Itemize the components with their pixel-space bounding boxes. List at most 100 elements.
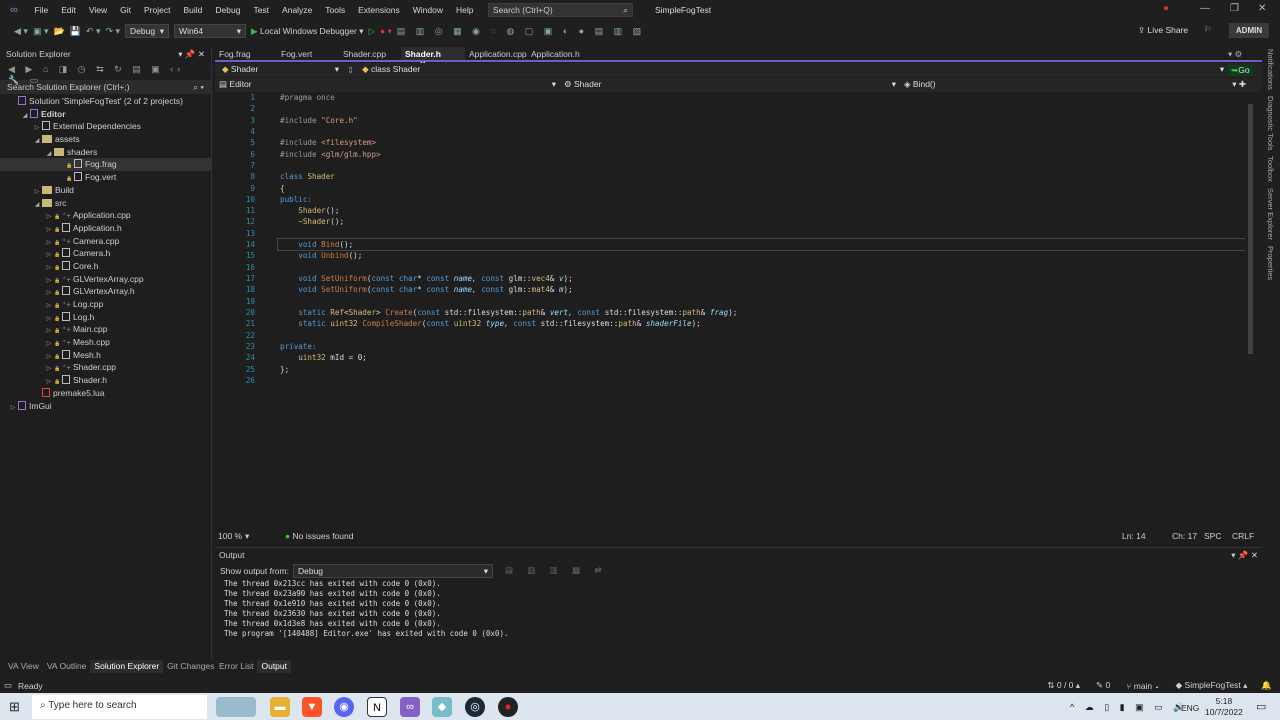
solution-explorer-toolbar[interactable]: ◀ ▶ ⌂ ◨ ◷ ⇆ ↻ ▤ ▣ ‹› 🔧 ▭ bbox=[0, 62, 211, 85]
file-explorer-icon[interactable]: ▬ bbox=[270, 697, 290, 717]
solution-search-input[interactable]: Search Solution Explorer (Ctrl+;) ⌕ ▾ bbox=[0, 80, 211, 94]
tree-item[interactable]: 🔒 Fog.frag bbox=[0, 158, 211, 172]
line-ending[interactable]: CRLF bbox=[1232, 531, 1262, 541]
tab-application-cpp[interactable]: Application.cpp bbox=[465, 47, 527, 60]
menu-build[interactable]: Build bbox=[177, 5, 209, 15]
save-icon[interactable]: 💾 bbox=[70, 26, 81, 37]
tab-git-changes[interactable]: Git Changes bbox=[163, 660, 218, 673]
code-editor[interactable]: 1 #pragma once 2 3 #include "Core.h" 4 5 #inclu… bbox=[215, 92, 1246, 530]
action-center-icon[interactable]: ▭ bbox=[1256, 700, 1266, 713]
tree-item[interactable]: ▷ 🔒 Mesh.h bbox=[0, 349, 211, 362]
start-without-debugging-icon[interactable]: ▷ bbox=[368, 26, 375, 37]
feedback-person-icon[interactable]: ⚐ bbox=[1204, 24, 1212, 35]
project-select[interactable]: ▤ Editor ▾ bbox=[215, 78, 560, 92]
tree-item[interactable]: ▷ 🔒 ⁺+ Mesh.cpp bbox=[0, 336, 211, 349]
scope-select[interactable]: ◆ Shader ▾ bbox=[218, 63, 343, 77]
brave-browser-icon[interactable]: ▼ bbox=[302, 697, 322, 717]
type-select[interactable]: ⚙ Shader ▾ bbox=[560, 78, 900, 92]
visual-studio-icon[interactable]: ∞ bbox=[400, 697, 420, 717]
minimize-button[interactable]: — bbox=[1200, 3, 1210, 14]
tab-settings-icon[interactable]: ▾ ⚙ bbox=[1228, 49, 1242, 60]
side-tab-properties[interactable]: Properties bbox=[1266, 246, 1275, 280]
spacing-mode[interactable]: SPC bbox=[1204, 531, 1232, 541]
feedback-icon[interactable]: ● bbox=[1163, 3, 1169, 14]
zoom-level[interactable]: 100 % bbox=[215, 531, 245, 541]
menu-view[interactable]: View bbox=[82, 5, 113, 15]
search-highlight-image[interactable] bbox=[216, 697, 256, 717]
redo-icon[interactable]: ↷ ▾ bbox=[105, 26, 120, 37]
open-icon[interactable]: 📂 bbox=[53, 26, 64, 37]
collapsed-arrow-icon[interactable]: ▷ bbox=[8, 402, 18, 415]
menu-tools[interactable]: Tools bbox=[319, 5, 352, 15]
tab-error-list[interactable]: Error List bbox=[215, 660, 257, 673]
hot-reload-icon[interactable]: ● ▾ bbox=[380, 26, 392, 37]
search-input[interactable]: Search (Ctrl+Q) ⌕ bbox=[487, 3, 633, 17]
tab-solution-explorer[interactable]: Solution Explorer bbox=[90, 660, 164, 673]
menu-help[interactable]: Help bbox=[449, 5, 479, 15]
tree-item[interactable]: ▷ 🔒 ⁺+ Application.cpp bbox=[0, 209, 211, 222]
output-source-select[interactable]: Debug ▾ bbox=[292, 563, 493, 578]
notion-icon[interactable]: N bbox=[367, 697, 387, 717]
tree-item[interactable]: ▷ 🔒 Shader.h bbox=[0, 374, 211, 387]
discord-icon[interactable]: ◉ bbox=[334, 697, 354, 717]
repo-indicator[interactable]: ◆ SimpleFogTest ▴ bbox=[1176, 680, 1248, 691]
menu-extensions[interactable]: Extensions bbox=[352, 5, 407, 15]
issues-indicator[interactable]: ● No issues found bbox=[285, 531, 353, 541]
tab-output[interactable]: Output bbox=[257, 660, 292, 673]
windows-start-icon[interactable]: ⊞ bbox=[9, 699, 20, 715]
menu-analyze[interactable]: Analyze bbox=[276, 5, 319, 15]
tree-item[interactable]: premake5.lua bbox=[0, 387, 211, 400]
tree-item[interactable]: ◢ assets bbox=[0, 133, 211, 146]
tab-application-h[interactable]: Application.h bbox=[527, 47, 589, 60]
tree-item[interactable]: ▷ ImGui bbox=[0, 400, 211, 413]
tree-item[interactable]: ▷ 🔒 ⁺+ Shader.cpp bbox=[0, 361, 211, 374]
clock[interactable]: 5:18 10/7/2022 bbox=[1205, 696, 1243, 718]
tree-item[interactable]: ▷ 🔒 Camera.h bbox=[0, 247, 211, 260]
go-button[interactable]: ➥Go bbox=[1228, 64, 1253, 76]
tree-item[interactable]: ▷ 🔒 ⁺+ Camera.cpp bbox=[0, 235, 211, 248]
system-tray-icons[interactable]: ^ ☁ ▯ ▮ ▣ ▭ 🔊 bbox=[1070, 702, 1188, 713]
side-tab-diagnostic-tools[interactable]: Diagnostic Tools bbox=[1266, 96, 1275, 150]
new-project-icon[interactable]: ▣ ▾ bbox=[33, 26, 49, 37]
edits-indicator[interactable]: ✎ 0 bbox=[1096, 680, 1110, 691]
maximize-button[interactable]: ❐ bbox=[1230, 3, 1239, 14]
tab-fog-frag[interactable]: Fog.frag bbox=[215, 47, 277, 60]
tree-item[interactable]: ◢ shaders bbox=[0, 146, 211, 159]
tree-item[interactable]: Solution 'SimpleFogTest' (2 of 2 project… bbox=[0, 95, 211, 108]
tree-item[interactable]: ▷ 🔒 ⁺+ GLVertexArray.cpp bbox=[0, 273, 211, 286]
tab-fog-vert[interactable]: Fog.vert bbox=[277, 47, 339, 60]
menu-debug[interactable]: Debug bbox=[209, 5, 247, 15]
editor-scrollbar[interactable] bbox=[1245, 92, 1257, 530]
config-select[interactable]: Debug ▾ bbox=[125, 24, 170, 38]
tree-item[interactable]: ▷ 🔒 Log.h bbox=[0, 311, 211, 324]
tree-item[interactable]: ▷ 🔒 ⁺+ Log.cpp bbox=[0, 298, 211, 311]
side-tab-server-explorer[interactable]: Server Explorer bbox=[1266, 188, 1275, 240]
menu-git[interactable]: Git bbox=[114, 5, 138, 15]
close-button[interactable]: ✕ bbox=[1258, 3, 1266, 14]
side-tab-toolbox[interactable]: Toolbox bbox=[1266, 156, 1275, 182]
notifications-bell-icon[interactable]: 🔔 bbox=[1261, 680, 1272, 691]
taskbar-search-input[interactable]: ⌕ Type here to search bbox=[32, 695, 207, 719]
tree-item[interactable]: ▷ External Dependencies bbox=[0, 120, 211, 133]
start-debugging-button[interactable]: ▶ Local Windows Debugger ▾ bbox=[251, 26, 363, 37]
tab-va-view[interactable]: VA View bbox=[4, 660, 43, 673]
live-share-button[interactable]: ⇪ Live Share bbox=[1138, 25, 1188, 36]
menu-test[interactable]: Test bbox=[247, 5, 276, 15]
menu-project[interactable]: Project bbox=[138, 5, 177, 15]
recording-app-icon[interactable]: ● bbox=[498, 697, 518, 717]
class-select[interactable]: ◆ class Shader ▾ bbox=[358, 63, 1229, 77]
tab-shader-cpp[interactable]: Shader.cpp bbox=[339, 47, 401, 60]
account-button[interactable]: ADMIN bbox=[1229, 23, 1269, 38]
menu-edit[interactable]: Edit bbox=[55, 5, 83, 15]
tree-item[interactable]: ▷ 🔒 ⁺+ Main.cpp bbox=[0, 323, 211, 336]
tree-item[interactable]: 🔒 Fog.vert bbox=[0, 171, 211, 184]
toolbar-tools-icon[interactable]: ▤ ▥ ◎ ▦ ◉ ◌ ◍ ▢ ▣ ◐ ● ▤ ▥ ▧ bbox=[397, 26, 645, 37]
branch-indicator[interactable]: ⑂ main ▴ bbox=[1126, 681, 1159, 691]
menu-file[interactable]: File bbox=[28, 5, 55, 15]
panel-controls[interactable]: ▾ 📌 ✕ bbox=[178, 49, 205, 60]
member-select[interactable]: ◈ Bind() ▾ ✚ bbox=[900, 78, 1250, 92]
language-indicator[interactable]: ENG bbox=[1181, 703, 1199, 713]
output-tools[interactable]: ▤ ▥ ▥ ▩ ⇄ bbox=[505, 565, 608, 576]
app-icon[interactable]: ◆ bbox=[432, 697, 452, 717]
undo-icon[interactable]: ↶ ▾ bbox=[86, 26, 101, 37]
